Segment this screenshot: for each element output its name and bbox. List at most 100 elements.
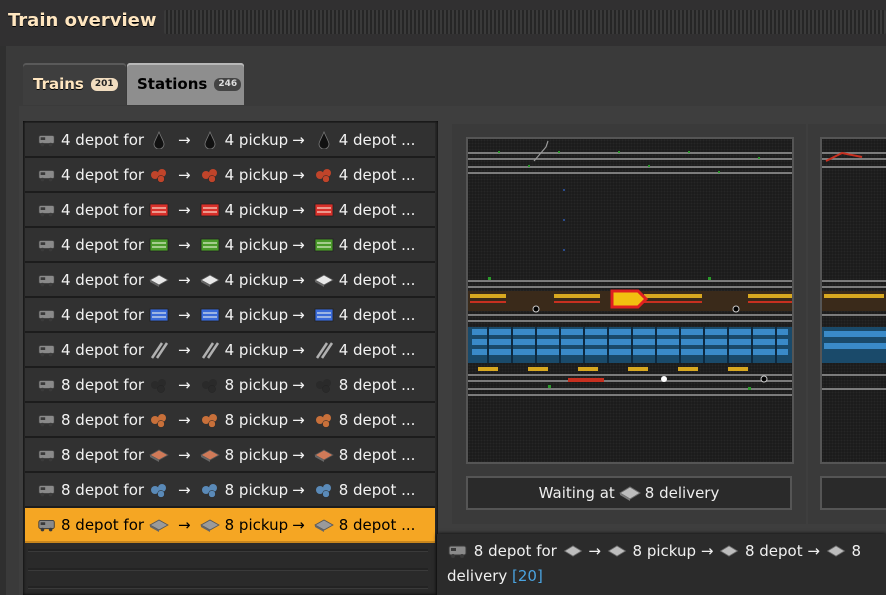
drag-handle[interactable] (164, 10, 886, 34)
heavy-oil-icon (315, 168, 331, 183)
tooltip-text-5: delivery (447, 567, 508, 585)
iron-ore-icon (201, 483, 217, 498)
heavy-oil-icon (201, 168, 217, 183)
train-depot-text: 8 depot for (61, 480, 145, 499)
plastic-bar-icon (199, 274, 220, 287)
train-pickup-text: 4 pickup (224, 130, 289, 149)
steel-rail-icon (201, 341, 219, 359)
train-row[interactable]: 8 depot for → 8 pickup → 8 depot ... (25, 473, 435, 508)
train-pickup-text: 8 pickup (224, 410, 289, 429)
train-next-text: 4 depot ... (338, 130, 416, 149)
locomotive-icon (38, 204, 55, 216)
heavy-oil-icon (151, 168, 167, 183)
train-row[interactable]: 4 depot for → 4 pickup → 4 depot ... (25, 228, 435, 263)
tab-stations[interactable]: Stations 246 (127, 63, 244, 105)
train-next-text: 8 depot ... (338, 445, 416, 464)
arrow: → (178, 235, 191, 254)
arrow: → (292, 480, 305, 499)
train-pickup-text: 4 pickup (224, 235, 289, 254)
train-row[interactable]: 4 depot for → 4 pickup → 4 depot ... (25, 263, 435, 298)
locomotive-icon (38, 414, 55, 426)
steel-rail-icon (151, 341, 169, 359)
train-minimap[interactable] (820, 137, 886, 464)
tooltip-text-2: 8 pickup (632, 542, 697, 560)
train-depot-text: 8 depot for (61, 410, 145, 429)
iron-ore-icon (151, 483, 167, 498)
train-status: Waiting at 8 delivery (466, 476, 792, 510)
title-bar[interactable]: Train overview (0, 0, 886, 46)
train-next-text: 8 depot ... (338, 375, 416, 394)
arrow: → (178, 165, 191, 184)
train-row[interactable]: 8 depot for → 8 pickup → 8 depot ... (25, 508, 435, 543)
train-depot-text: 4 depot for (61, 340, 145, 359)
train-next-text: 4 depot ... (338, 200, 416, 219)
train-row[interactable]: 4 depot for → 4 pickup → 4 depot ... (25, 123, 435, 158)
train-pickup-text: 8 pickup (224, 445, 289, 464)
tab-trains-label: Trains (33, 75, 84, 93)
train-next-text: 4 depot ... (338, 270, 416, 289)
arrow: → (292, 515, 305, 534)
locomotive-icon (38, 379, 55, 391)
red-circuit-icon (200, 203, 220, 216)
blue-circuit-icon (314, 308, 334, 321)
train-depot-text: 4 depot for (61, 165, 145, 184)
train-depot-text: 4 depot for (61, 270, 145, 289)
train-depot-text: 4 depot for (61, 235, 145, 254)
arrow: → (292, 305, 305, 324)
locomotive-icon (38, 274, 55, 286)
plastic-bar-icon (149, 274, 169, 287)
tooltip-arrow: → (588, 542, 601, 560)
red-circuit-icon (149, 203, 169, 216)
arrow: → (292, 235, 305, 254)
crude-oil-icon (204, 130, 216, 149)
iron-ore-icon (315, 483, 331, 498)
coal-icon (201, 378, 217, 393)
tab-trains[interactable]: Trains 201 (23, 63, 126, 105)
tooltip-arrow: → (700, 542, 714, 560)
train-minimap[interactable] (466, 137, 794, 464)
train-next-text: 8 depot ... (338, 480, 416, 499)
arrow: → (292, 375, 305, 394)
train-pickup-text: 8 pickup (224, 515, 289, 534)
copper-ore-icon (315, 413, 331, 428)
arrow: → (178, 305, 191, 324)
train-pickup-text: 4 pickup (224, 165, 289, 184)
train-row[interactable]: 8 depot for → 8 pickup → 8 depot ... (25, 368, 435, 403)
blue-circuit-icon (200, 308, 220, 321)
arrow: → (292, 270, 305, 289)
arrow: → (178, 410, 191, 429)
iron-plate-icon (826, 545, 846, 557)
train-depot-text: 4 depot for (61, 200, 145, 219)
locomotive-icon (38, 519, 55, 531)
arrow: → (292, 410, 305, 429)
train-pickup-text: 8 pickup (224, 375, 289, 394)
locomotive-icon (38, 449, 55, 461)
train-depot-text: 8 depot for (61, 445, 145, 464)
iron-plate-icon (313, 519, 334, 532)
tooltip-text-1: 8 depot for (473, 542, 557, 560)
train-pickup-text: 8 pickup (224, 480, 289, 499)
arrow: → (292, 445, 305, 464)
train-next-text: 4 depot ... (338, 340, 416, 359)
tooltip-arrow: → (807, 542, 820, 560)
iron-plate-icon (199, 519, 220, 532)
tab-stations-count: 246 (214, 77, 242, 91)
train-row[interactable]: 4 depot for → 4 pickup → 4 depot ... (25, 298, 435, 333)
minimap-rails (468, 140, 792, 396)
empty-list-slot (28, 586, 428, 589)
train-row[interactable]: 4 depot for → 4 pickup → 4 depot ... (25, 333, 435, 368)
coal-icon (151, 378, 167, 393)
locomotive-icon (38, 169, 55, 181)
train-status (820, 476, 886, 510)
iron-plate-icon (618, 486, 641, 501)
train-row[interactable]: 8 depot for → 8 pickup → 8 depot ... (25, 438, 435, 473)
train-row[interactable]: 4 depot for → 4 pickup → 4 depot ... (25, 193, 435, 228)
minimap-rails (822, 151, 886, 390)
train-row[interactable]: 8 depot for → 8 pickup → 8 depot ... (25, 403, 435, 438)
blue-circuit-icon (149, 308, 169, 321)
copper-plate-icon (149, 449, 169, 462)
train-pickup-text: 4 pickup (224, 200, 289, 219)
locomotive-icon (38, 344, 55, 356)
train-next-text: 8 depot ... (338, 410, 416, 429)
train-row[interactable]: 4 depot for → 4 pickup → 4 depot ... (25, 158, 435, 193)
